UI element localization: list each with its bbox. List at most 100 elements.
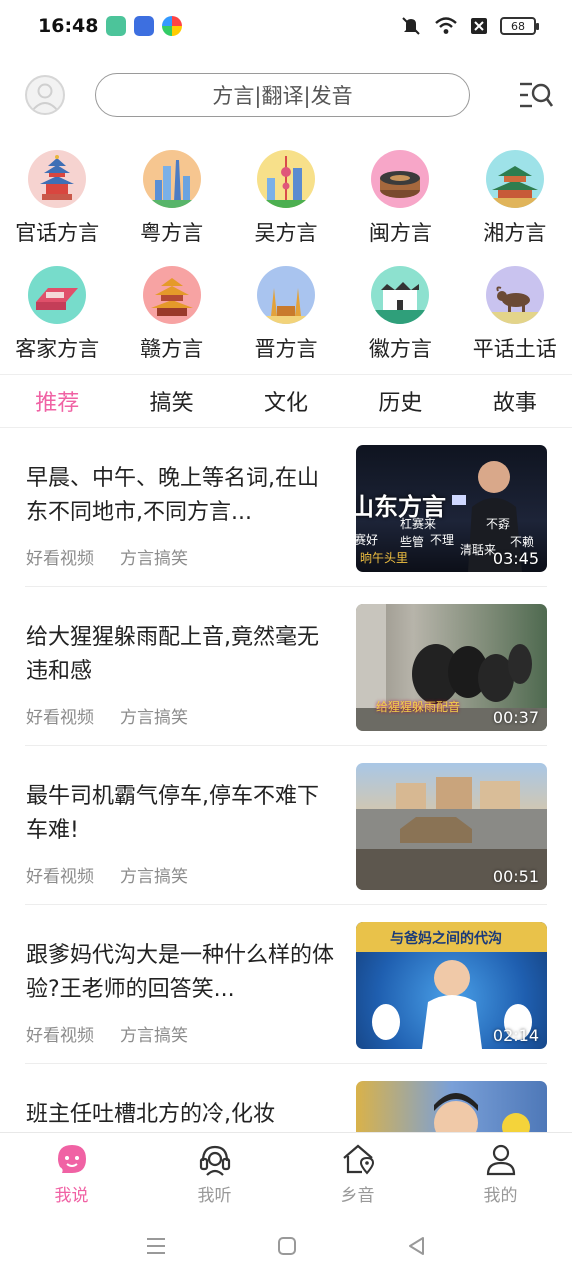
- pagoda-icon: [256, 266, 315, 324]
- dialect-item-min[interactable]: 闽方言: [343, 150, 457, 266]
- list-item[interactable]: 早晨、中午、晚上等名词,在山东不同地市,不同方言... 好看视频 方言搞笑 山东…: [25, 428, 547, 587]
- nav-label: 我的: [483, 1186, 518, 1206]
- status-app-icons: [106, 16, 182, 36]
- video-duration: 02:14: [492, 1026, 539, 1045]
- dialect-label: 晋方言: [254, 337, 318, 361]
- video-thumbnail[interactable]: 给猩猩躲雨配音 00:37: [356, 604, 547, 731]
- sim-app-icon: [106, 16, 126, 36]
- dialect-label: 官话方言: [15, 221, 100, 245]
- tengwang-pavilion-icon: [142, 266, 201, 324]
- nav-item-hometown[interactable]: 乡音: [286, 1133, 429, 1212]
- temple-of-heaven-icon: [28, 150, 87, 208]
- colorful-app-icon: [162, 16, 182, 36]
- dialect-item-gan[interactable]: 赣方言: [114, 266, 228, 370]
- dialect-label: 赣方言: [140, 337, 204, 361]
- video-meta: 好看视频 方言搞笑: [26, 703, 188, 728]
- dialect-item-jin[interactable]: 晋方言: [229, 266, 343, 370]
- dialect-label: 粤方言: [140, 221, 204, 245]
- video-duration: 03:45: [492, 549, 539, 568]
- dialect-item-pinghua[interactable]: 平话土话: [458, 266, 572, 370]
- video-source: 好看视频: [26, 1026, 94, 1046]
- video-title: 给大猩猩躲雨配上音,竟然毫无违和感: [26, 625, 319, 684]
- tab-culture[interactable]: 文化: [229, 385, 343, 417]
- nav-item-speak[interactable]: 我说: [0, 1133, 143, 1212]
- no-sim-icon: [471, 18, 487, 34]
- video-meta: 好看视频 方言搞笑: [26, 1021, 188, 1046]
- dialect-item-hui[interactable]: 徽方言: [343, 266, 457, 370]
- dialect-grid: 官话方言 粤方言 吴方言 闽方言 湘方言 客家方言 赣方言 晋方言 徽方言 平话…: [0, 150, 572, 370]
- dialect-label: 客家方言: [15, 337, 100, 361]
- thumb-caption: 给猩猩躲雨配音: [376, 700, 461, 714]
- bottom-nav: 我说 我听 乡音 我的: [0, 1132, 572, 1212]
- video-title: 班主任吐槽北方的冷,化妆: [26, 1102, 275, 1127]
- list-item[interactable]: 最牛司机霸气停车,停车不难下车难! 好看视频 方言搞笑 00:51: [25, 746, 547, 905]
- dialect-item-hakka[interactable]: 客家方言: [0, 266, 114, 370]
- buffalo-icon: [485, 266, 544, 324]
- tulou-icon: [371, 150, 430, 208]
- dialect-item-wu[interactable]: 吴方言: [229, 150, 343, 266]
- video-thumbnail[interactable]: 山东方言 杠赛来 不孬 赛好 些管 不理 清聒来 不赖 晌午头里 03:45: [356, 445, 547, 572]
- list-item[interactable]: 班主任吐槽北方的冷,化妆: [25, 1064, 547, 1132]
- tab-recommend[interactable]: 推荐: [0, 385, 114, 417]
- dialect-label: 徽方言: [368, 337, 432, 361]
- thumb-caption: 些管: [400, 535, 425, 549]
- dialect-label: 闽方言: [368, 221, 432, 245]
- status-bar: 16:48 68: [0, 0, 572, 52]
- status-time: 16:48: [38, 15, 99, 37]
- system-nav-bar: [0, 1212, 572, 1280]
- dialect-label: 平话土话: [472, 337, 557, 361]
- video-feed: 早晨、中午、晚上等名词,在山东不同地市,不同方言... 好看视频 方言搞笑 山东…: [0, 428, 572, 1132]
- dialect-item-yue[interactable]: 粤方言: [114, 150, 228, 266]
- menu-search-icon[interactable]: [518, 80, 554, 110]
- header: 方言|翻译|发音: [0, 72, 572, 120]
- tab-history[interactable]: 历史: [343, 385, 457, 417]
- canton-towers-icon: [142, 150, 201, 208]
- speech-face-icon: [57, 1145, 86, 1173]
- list-item[interactable]: 给大猩猩躲雨配上音,竟然毫无违和感 好看视频 方言搞笑 给猩猩躲雨配音 00:3…: [25, 587, 547, 746]
- menu-icon[interactable]: [145, 1236, 167, 1256]
- thumb-banner: 与爸妈之间的代沟: [390, 931, 502, 947]
- weilongwu-icon: [28, 266, 87, 324]
- video-title: 最牛司机霸气停车,停车不难下车难!: [26, 784, 319, 843]
- video-category: 方言搞笑: [120, 1026, 188, 1046]
- thumb-caption: 晌午头里: [360, 551, 409, 565]
- avatar[interactable]: [25, 75, 65, 115]
- tab-story[interactable]: 故事: [458, 385, 572, 417]
- category-tabs: 推荐 搞笑 文化 历史 故事: [0, 374, 572, 428]
- mute-icon: [402, 17, 420, 35]
- video-thumbnail[interactable]: [356, 1081, 547, 1132]
- video-category: 方言搞笑: [120, 708, 188, 728]
- nav-label: 我听: [197, 1186, 232, 1206]
- dialect-label: 湘方言: [483, 221, 547, 245]
- video-source: 好看视频: [26, 549, 94, 569]
- nav-item-listen[interactable]: 我听: [143, 1133, 286, 1212]
- video-meta: 好看视频 方言搞笑: [26, 544, 188, 569]
- radio-app-icon: [134, 16, 154, 36]
- battery-indicator: 68: [500, 17, 539, 35]
- thumb-caption: 不理: [430, 533, 455, 547]
- shanghai-skyline-icon: [256, 150, 315, 208]
- list-item[interactable]: 跟爹妈代沟大是一种什么样的体验?王老师的回答笑... 好看视频 方言搞笑 与爸妈…: [25, 905, 547, 1064]
- video-thumbnail[interactable]: 与爸妈之间的代沟 02:14: [356, 922, 547, 1049]
- thumb-caption: 不孬: [486, 517, 511, 531]
- search-input[interactable]: 方言|翻译|发音: [95, 73, 470, 117]
- home-icon[interactable]: [277, 1236, 297, 1256]
- dialect-item-xiang[interactable]: 湘方言: [458, 150, 572, 266]
- nav-label: 我说: [54, 1186, 89, 1206]
- video-category: 方言搞笑: [120, 867, 188, 887]
- video-thumbnail[interactable]: 00:51: [356, 763, 547, 890]
- back-icon[interactable]: [407, 1236, 427, 1256]
- video-category: 方言搞笑: [120, 549, 188, 569]
- hui-house-icon: [371, 266, 430, 324]
- tab-funny[interactable]: 搞笑: [114, 385, 228, 417]
- video-duration: 00:37: [492, 708, 539, 727]
- nav-item-mine[interactable]: 我的: [429, 1133, 572, 1212]
- home-location-icon: [342, 1144, 374, 1175]
- headset-icon: [199, 1145, 230, 1176]
- video-title: 跟爹妈代沟大是一种什么样的体验?王老师的回答笑...: [26, 943, 335, 1002]
- default-user-icon: [31, 83, 59, 112]
- video-meta: 好看视频 方言搞笑: [26, 862, 188, 887]
- wifi-icon: [435, 17, 457, 34]
- thumb-caption: 不赖: [510, 535, 535, 549]
- dialect-item-guanhua[interactable]: 官话方言: [0, 150, 114, 266]
